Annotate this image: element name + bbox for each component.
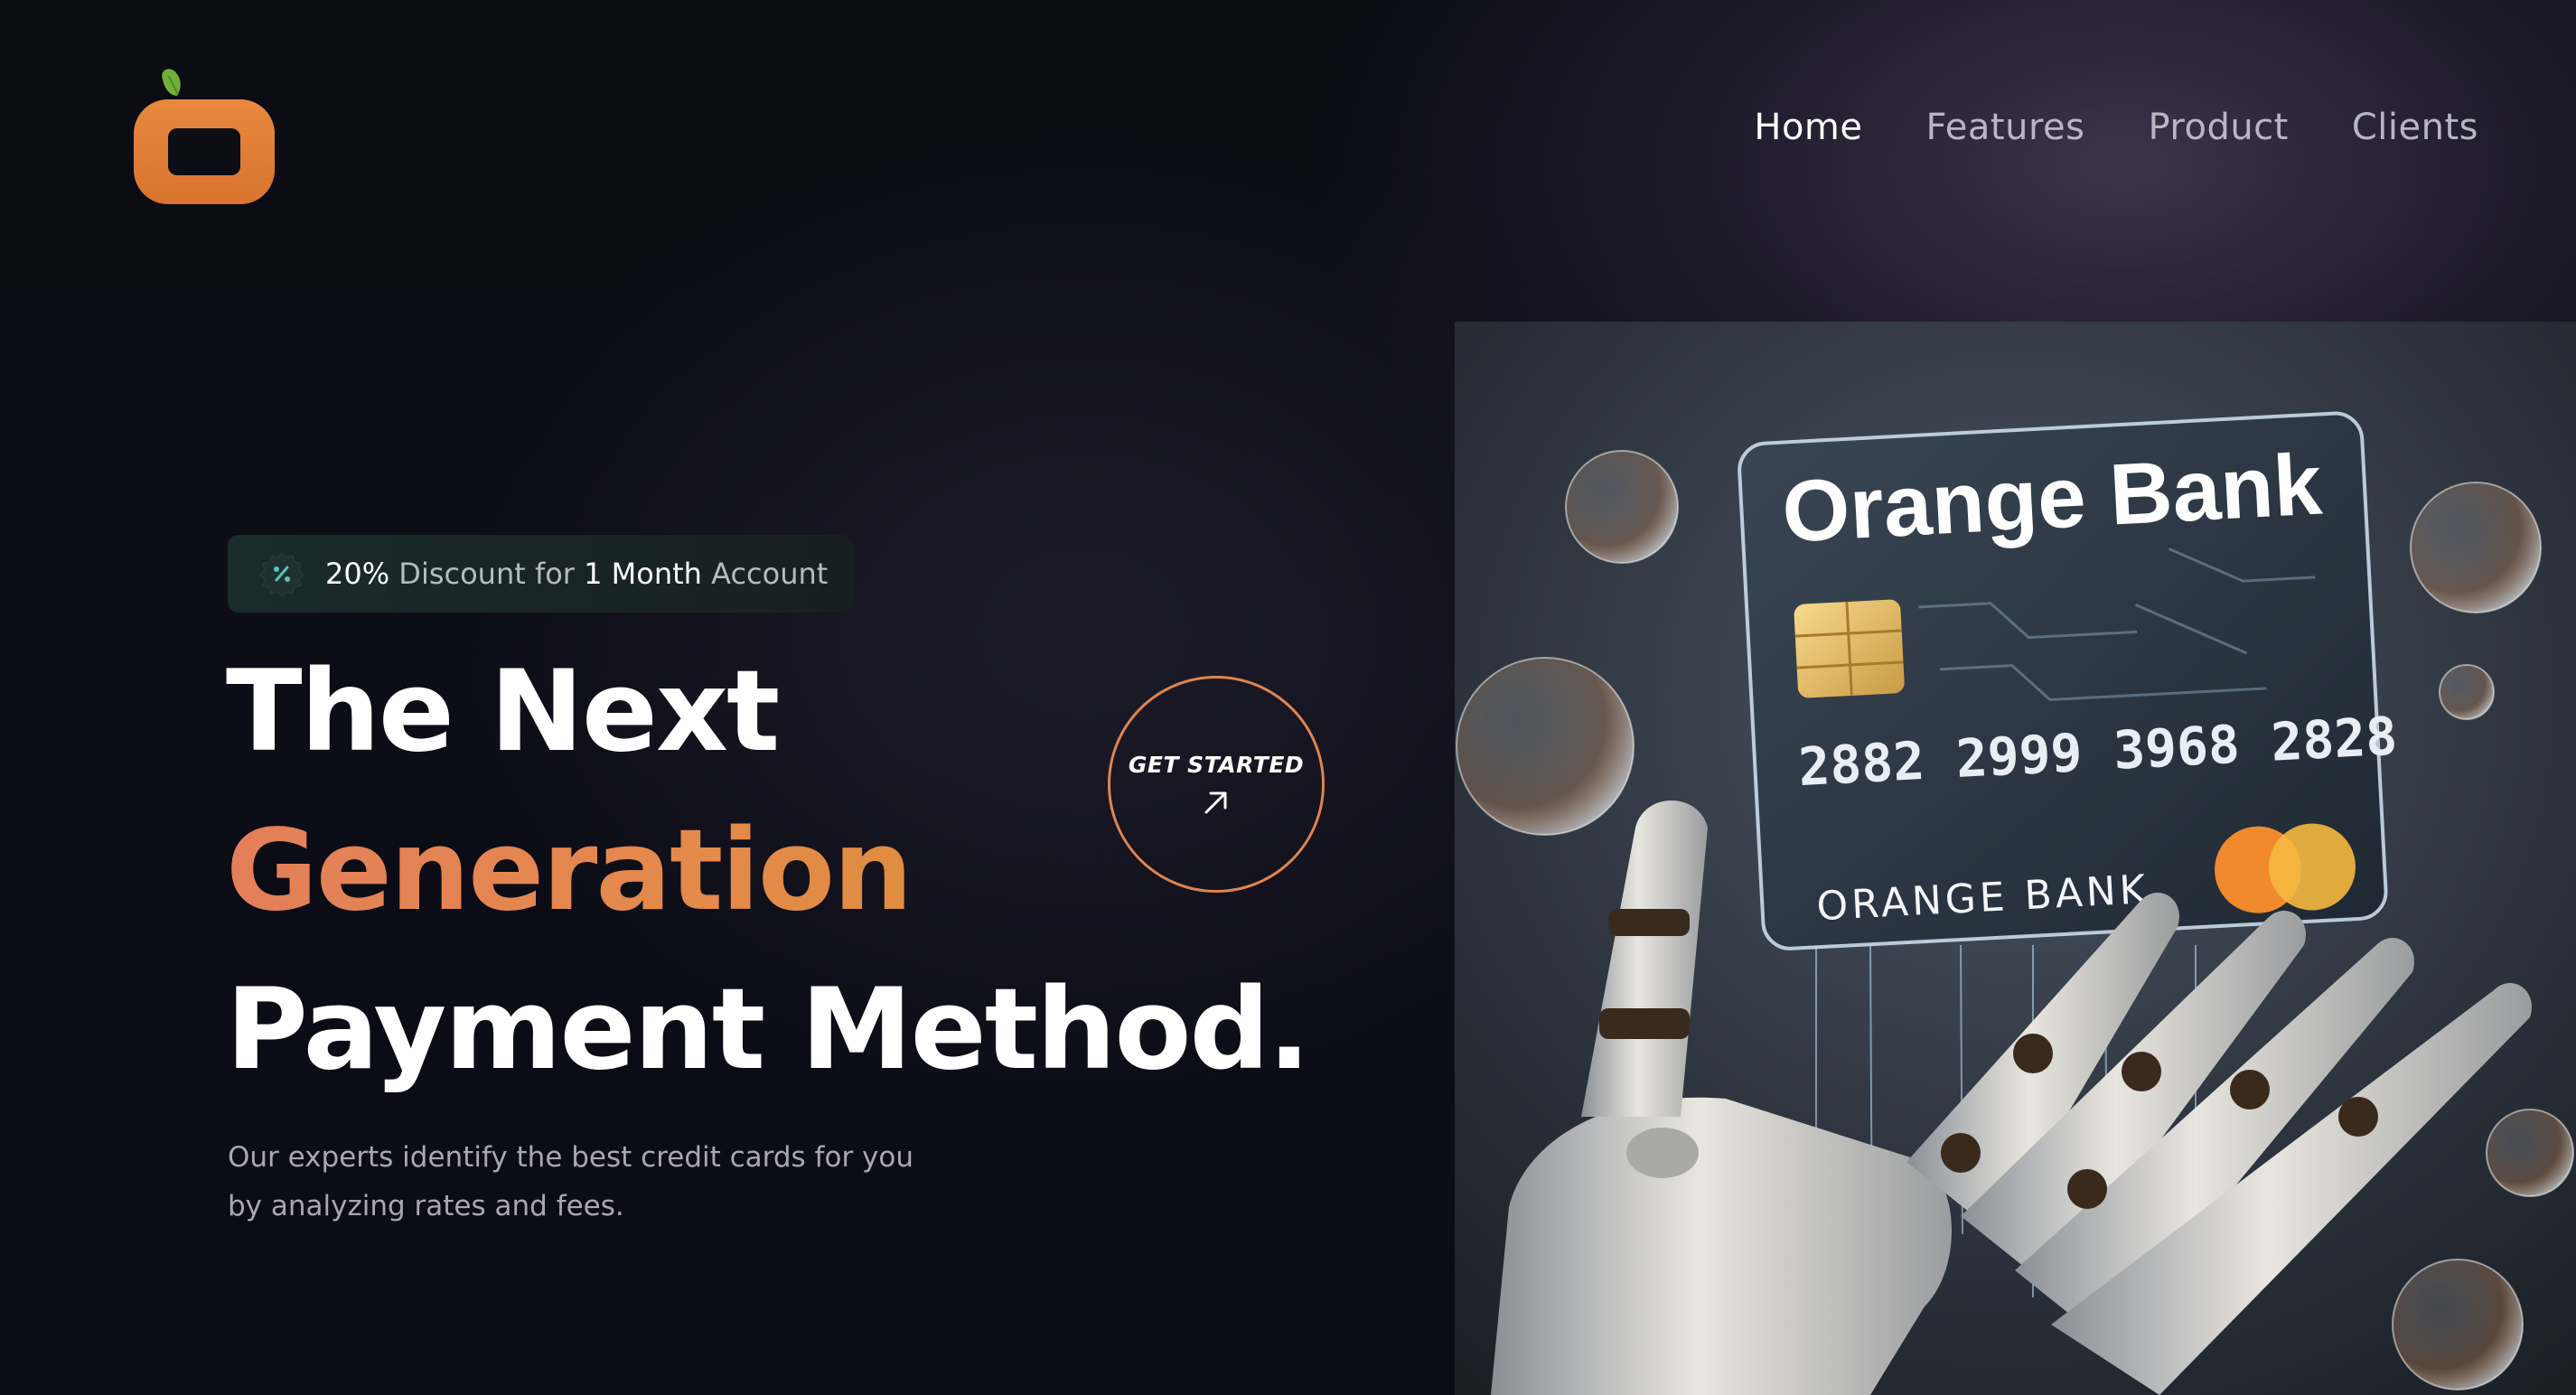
nav-clients[interactable]: Clients xyxy=(2352,107,2478,148)
discount-badge: 20% Discount for 1 Month Account xyxy=(228,535,854,613)
robot-hand-credit-card-image: Orange Bank 2882 2999 3968 2828 ORANGE B… xyxy=(1455,322,2576,1395)
hero-description: Our experts identify the best credit car… xyxy=(228,1141,914,1222)
nav-features[interactable]: Features xyxy=(1925,107,2084,148)
nav-product[interactable]: Product xyxy=(2148,107,2288,148)
orange-fruit-logo-icon xyxy=(134,69,275,204)
get-started-button[interactable]: GET STARTED xyxy=(1108,676,1325,893)
discount-percent: 20% xyxy=(325,557,390,591)
percent-badge-icon xyxy=(258,550,305,597)
discount-text-2: Account xyxy=(711,557,829,591)
discount-highlight: 1 Month xyxy=(584,557,702,591)
brand-logo[interactable] xyxy=(132,63,276,208)
nav-home[interactable]: Home xyxy=(1754,107,1862,148)
discount-text: 20% Discount for 1 Month Account xyxy=(325,557,828,591)
discount-text-1: Discount for xyxy=(398,557,575,591)
get-started-label: GET STARTED xyxy=(1128,751,1305,778)
main-nav: Home Features Product Clients xyxy=(1754,107,2478,148)
hero-illustration: Orange Bank 2882 2999 3968 2828 ORANGE B… xyxy=(1455,322,2576,1395)
arrow-up-right-icon xyxy=(1201,787,1232,818)
headline-line-3: Payment Method. xyxy=(226,965,1310,1095)
